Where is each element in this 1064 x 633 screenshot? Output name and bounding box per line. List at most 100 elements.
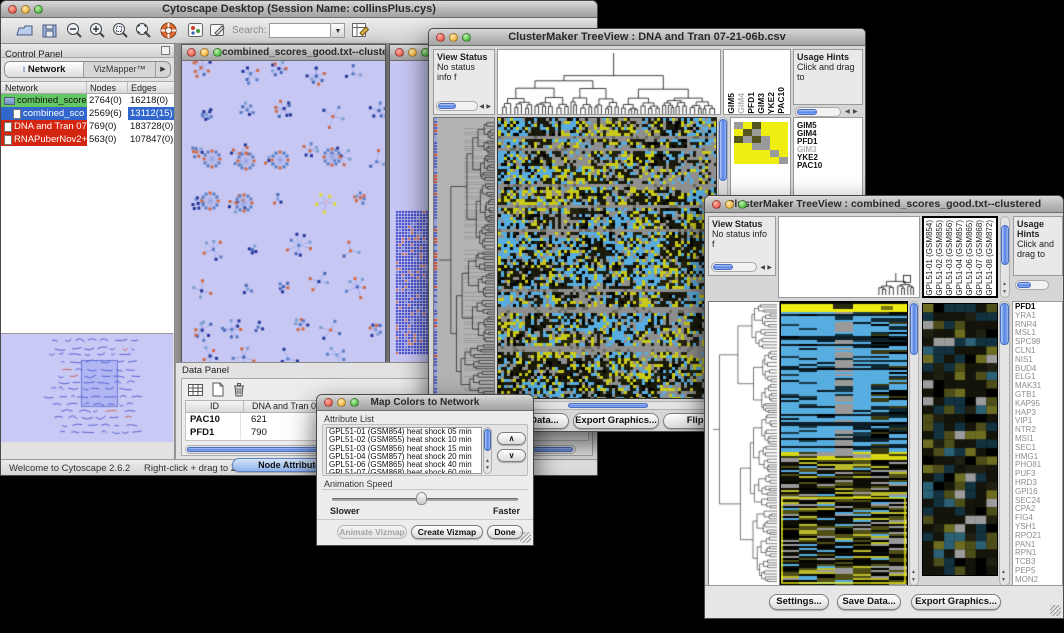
network-row[interactable]: combined_sco2569(6)13112(15) [1, 107, 174, 120]
gene-label[interactable]: MAK31 [1015, 382, 1062, 391]
gene-label[interactable]: CPA2 [1015, 505, 1062, 514]
gene-label[interactable]: CLN1 [1015, 347, 1062, 356]
tv2-global-heatmap[interactable] [780, 301, 908, 586]
search-dropdown-arrow-icon[interactable]: ▼ [332, 23, 345, 38]
close-icon[interactable] [187, 48, 196, 57]
gene-label[interactable]: VIP1 [1015, 417, 1062, 426]
scroll-left-icon[interactable]: ◀ [760, 264, 765, 272]
array-label[interactable]: GIM4 [736, 93, 746, 114]
zoom-window-icon[interactable] [738, 200, 747, 209]
minimize-icon[interactable] [408, 48, 417, 57]
attribute-item[interactable]: GPL51-07 (GSM868) heat shock 60 min [327, 469, 481, 474]
attribute-list-scrollbar[interactable]: ▲▼ [483, 427, 492, 474]
tv2-usage-scrollbar[interactable] [1015, 280, 1049, 290]
tv2-gene-labels[interactable]: PFD1YRA1RNR4MSL1SPC98CLN1NIS1BUD4ELG1MAK… [1012, 301, 1063, 586]
attribute-item[interactable]: GPL51-02 (GSM855) heat shock 10 min [327, 436, 481, 444]
open-folder-icon[interactable] [15, 22, 35, 39]
tv2-array-labels[interactable]: GPL51-01 (GSM854)GPL51-02 (GSM855)GPL51-… [922, 216, 998, 298]
gene-label[interactable]: BUD4 [1015, 365, 1062, 374]
gene-label[interactable]: TCB3 [1015, 558, 1062, 567]
array-label[interactable]: PFD1 [746, 92, 756, 114]
scroll-right-icon[interactable]: ▶ [767, 264, 772, 272]
array-label[interactable]: GPL51-06 (GSM865) [965, 220, 975, 296]
tv1-array-dendrogram[interactable] [497, 49, 721, 115]
animate-vizmap-button[interactable]: Animate Vizmap [337, 525, 407, 539]
close-icon[interactable] [324, 398, 333, 407]
attribute-item[interactable]: GPL51-01 (GSM854) heat shock 05 min [327, 428, 481, 436]
array-label[interactable]: GPL51-08 (GSM872) [985, 220, 995, 296]
close-icon[interactable] [436, 33, 445, 42]
gene-label[interactable]: FIG4 [1015, 514, 1062, 523]
gene-label[interactable]: RPN1 [1015, 549, 1062, 558]
window-controls[interactable] [8, 5, 43, 14]
tv1-gene-dendrogram[interactable] [433, 117, 495, 399]
gene-label[interactable]: PFD1 [1015, 303, 1062, 312]
gene-label[interactable]: YKE2 [797, 154, 862, 162]
attribute-item[interactable]: GPL51-03 (GSM856) heat shock 15 min [327, 445, 481, 453]
gene-label[interactable]: GPI16 [1015, 488, 1062, 497]
gene-label[interactable]: MON2 [1015, 576, 1062, 585]
gene-label[interactable]: RPO21 [1015, 532, 1062, 541]
array-label[interactable]: GPL51-02 (GSM855) [935, 220, 945, 296]
tv2-status-scrollbar[interactable] [711, 262, 757, 272]
scroll-down-icon[interactable]: ▼ [1001, 577, 1006, 583]
create-vizmap-button[interactable]: Create Vizmap [411, 525, 483, 539]
array-label[interactable]: GPL51-01 (GSM854) [925, 220, 935, 296]
scroll-left-icon[interactable]: ◀ [479, 103, 484, 111]
gene-label[interactable]: SPC98 [1015, 338, 1062, 347]
move-down-button[interactable]: ∨ [497, 449, 526, 462]
help-lifering-icon[interactable] [159, 21, 178, 40]
tv2-save-data-button[interactable]: Save Data... [837, 594, 901, 610]
tab-overflow[interactable]: ▶ [156, 62, 170, 77]
vizmapper-icon[interactable] [187, 22, 205, 39]
save-icon[interactable] [41, 22, 59, 39]
array-label[interactable]: GPL51-07 (GSM868) [975, 220, 985, 296]
gene-label[interactable]: GTB1 [1015, 391, 1062, 400]
array-label[interactable]: GIM3 [756, 93, 766, 114]
gene-label[interactable]: PAN1 [1015, 541, 1062, 550]
zoom-window-icon[interactable] [34, 5, 43, 14]
network-row[interactable]: combined_scores2764(0)16218(0) [1, 94, 174, 107]
tv2-global-vscrollbar[interactable]: ▲▼ [909, 301, 919, 586]
gene-label[interactable]: RNR4 [1015, 321, 1062, 330]
gene-label[interactable]: PEP5 [1015, 567, 1062, 576]
tv1-heatmap[interactable] [497, 117, 717, 399]
tv2-zoom-vscrollbar[interactable]: ▲▼ [999, 301, 1010, 586]
tv2-array-dendrogram[interactable] [778, 216, 920, 298]
gene-label[interactable]: GIM4 [797, 130, 862, 138]
gene-label[interactable]: KAP95 [1015, 400, 1062, 409]
main-titlebar[interactable]: Cytoscape Desktop (Session Name: collins… [1, 1, 597, 18]
tv2-settings-button[interactable]: Settings... [769, 594, 829, 610]
table-grid-icon[interactable] [187, 382, 205, 398]
attribute-item[interactable]: GPL51-04 (GSM857) heat shock 20 min [327, 453, 481, 461]
array-label[interactable]: YKE2 [766, 92, 776, 114]
minimize-icon[interactable] [21, 5, 30, 14]
network-row[interactable]: RNAPuberNov2+563(0)107847(0) [1, 133, 174, 146]
gene-label[interactable]: YRA1 [1015, 312, 1062, 321]
gene-label[interactable]: SEC24 [1015, 497, 1062, 506]
tv2-zoom-heatmap[interactable] [922, 303, 998, 576]
tv2-labels-vscrollbar[interactable]: ▲▼ [1000, 216, 1010, 298]
attribute-editor-icon[interactable] [351, 21, 371, 40]
scroll-up-icon[interactable]: ▲ [911, 569, 916, 575]
network-rows[interactable]: combined_scores2764(0)16218(0)combined_s… [1, 94, 174, 146]
array-label[interactable]: PAC10 [776, 87, 786, 114]
gene-label[interactable]: PUF3 [1015, 470, 1062, 479]
zoom-window-icon[interactable] [462, 33, 471, 42]
attribute-list[interactable]: GPL51-01 (GSM854) heat shock 05 minGPL51… [326, 427, 482, 474]
array-label[interactable]: GPL51-03 (GSM856) [945, 220, 955, 296]
zoom-selected-icon[interactable] [111, 21, 130, 40]
network-canvas[interactable] [182, 61, 385, 362]
scroll-up-icon[interactable]: ▲ [485, 458, 490, 464]
tab-vizmapper[interactable]: VizMapper™ [84, 62, 156, 77]
gene-label[interactable]: MSL1 [1015, 329, 1062, 338]
new-document-icon[interactable] [210, 381, 226, 398]
tv2-gene-dendrogram[interactable] [708, 301, 780, 586]
network-row[interactable]: DNA and Tran 07769(0)183728(0) [1, 120, 174, 133]
scroll-right-icon[interactable]: ▶ [853, 108, 858, 116]
resize-grip[interactable] [1050, 605, 1061, 616]
scroll-right-icon[interactable]: ▶ [486, 103, 491, 111]
scroll-up-icon[interactable]: ▲ [1002, 281, 1007, 287]
attribute-item[interactable]: GPL51-06 (GSM865) heat shock 40 min [327, 461, 481, 469]
gene-label[interactable]: HRD3 [1015, 479, 1062, 488]
